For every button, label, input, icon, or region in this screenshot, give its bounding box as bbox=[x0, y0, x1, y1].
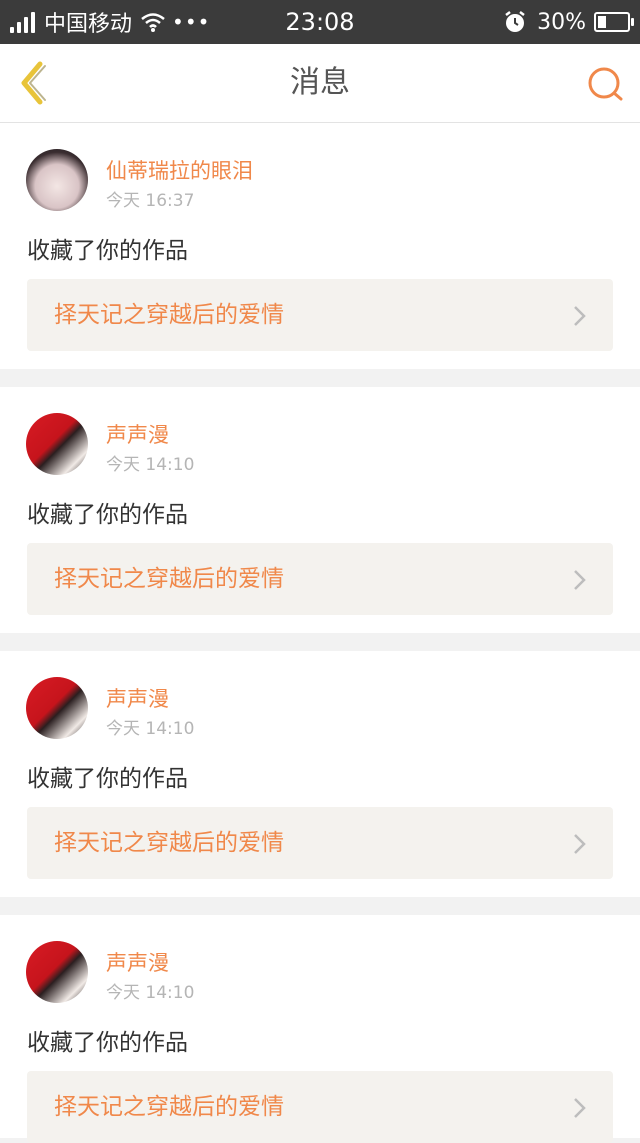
avatar[interactable] bbox=[26, 677, 88, 739]
battery-percent: 30% bbox=[537, 9, 586, 35]
message-time: 今天 14:10 bbox=[106, 455, 195, 475]
action-text: 收藏了你的作品 bbox=[27, 502, 188, 528]
work-title: 择天记之穿越后的爱情 bbox=[54, 830, 284, 856]
work-title: 择天记之穿越后的爱情 bbox=[54, 302, 284, 328]
search-icon[interactable] bbox=[586, 64, 626, 104]
chevron-right-icon bbox=[574, 834, 586, 854]
avatar[interactable] bbox=[26, 149, 88, 211]
action-text: 收藏了你的作品 bbox=[27, 238, 188, 264]
message-card: 声声漫 今天 14:10 收藏了你的作品 择天记之穿越后的爱情 bbox=[0, 651, 640, 897]
action-text: 收藏了你的作品 bbox=[27, 766, 188, 792]
chevron-right-icon bbox=[574, 306, 586, 326]
work-link[interactable]: 择天记之穿越后的爱情 bbox=[27, 1071, 613, 1143]
message-card: 声声漫 今天 14:10 收藏了你的作品 择天记之穿越后的爱情 bbox=[0, 387, 640, 633]
message-time: 今天 14:10 bbox=[106, 719, 195, 739]
chevron-right-icon bbox=[574, 1098, 586, 1118]
username[interactable]: 声声漫 bbox=[106, 683, 169, 713]
username[interactable]: 声声漫 bbox=[106, 419, 169, 449]
chevron-right-icon bbox=[574, 570, 586, 590]
navigation-bar: 消息 bbox=[0, 44, 640, 123]
message-time: 今天 16:37 bbox=[106, 191, 195, 211]
work-title: 择天记之穿越后的爱情 bbox=[54, 566, 284, 592]
status-right: 30% bbox=[503, 0, 634, 44]
message-time: 今天 14:10 bbox=[106, 983, 195, 1003]
avatar[interactable] bbox=[26, 413, 88, 475]
avatar[interactable] bbox=[26, 941, 88, 1003]
work-link[interactable]: 择天记之穿越后的爱情 bbox=[27, 807, 613, 879]
alarm-icon bbox=[505, 11, 525, 32]
work-link[interactable]: 择天记之穿越后的爱情 bbox=[27, 543, 613, 615]
username[interactable]: 仙蒂瑞拉的眼泪 bbox=[106, 155, 253, 185]
work-title: 择天记之穿越后的爱情 bbox=[54, 1094, 284, 1120]
battery-fill bbox=[598, 16, 606, 28]
username[interactable]: 声声漫 bbox=[106, 947, 169, 977]
action-text: 收藏了你的作品 bbox=[27, 1030, 188, 1056]
work-link[interactable]: 择天记之穿越后的爱情 bbox=[27, 279, 613, 351]
page-title: 消息 bbox=[290, 65, 350, 100]
battery-icon bbox=[594, 12, 634, 32]
status-bar: 中国移动 ••• 23:08 30% bbox=[0, 0, 640, 44]
message-card: 仙蒂瑞拉的眼泪 今天 16:37 收藏了你的作品 择天记之穿越后的爱情 bbox=[0, 123, 640, 369]
message-card: 声声漫 今天 14:10 收藏了你的作品 择天记之穿越后的爱情 bbox=[0, 915, 640, 1143]
